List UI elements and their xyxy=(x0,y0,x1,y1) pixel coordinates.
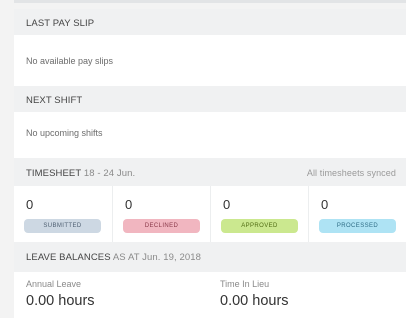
processed-count: 0 xyxy=(321,197,329,212)
processed-badge: PROCESSED xyxy=(319,219,396,233)
leave-balances-title: LEAVE BALANCES xyxy=(26,252,111,263)
submitted-count: 0 xyxy=(26,197,34,212)
timesheet-card-processed[interactable]: 0 PROCESSED xyxy=(308,186,406,242)
time-in-lieu-label: Time In Lieu xyxy=(220,279,270,289)
timesheet-header[interactable]: TIMESHEET 18 - 24 Jun. All timesheets sy… xyxy=(14,158,406,186)
next-shift-empty-text: No upcoming shifts xyxy=(26,128,103,138)
last-pay-slip-body: No available pay slips xyxy=(14,35,406,86)
timesheet-status-cards: 0 SUBMITTED 0 DECLINED 0 APPROVED 0 PROC… xyxy=(14,186,406,242)
submitted-badge: SUBMITTED xyxy=(24,219,101,233)
timesheet-card-submitted[interactable]: 0 SUBMITTED xyxy=(14,186,112,242)
last-pay-slip-empty-text: No available pay slips xyxy=(26,56,114,66)
leave-balances-as-at: AS AT Jun. 19, 2018 xyxy=(112,252,202,263)
timesheet-card-declined[interactable]: 0 DECLINED xyxy=(112,186,210,242)
declined-count: 0 xyxy=(125,197,133,212)
approved-count: 0 xyxy=(223,197,231,212)
leave-balance-annual[interactable]: Annual Leave 0.00 hours xyxy=(14,272,210,318)
annual-leave-label: Annual Leave xyxy=(26,279,82,289)
last-pay-slip-title: LAST PAY SLIP xyxy=(26,18,95,29)
timesheet-date-range: 18 - 24 Jun. xyxy=(83,168,136,179)
last-pay-slip-header: LAST PAY SLIP xyxy=(14,9,406,35)
next-shift-body: No upcoming shifts xyxy=(14,112,406,158)
declined-badge: DECLINED xyxy=(123,219,200,233)
time-in-lieu-value: 0.00 hours xyxy=(220,293,289,309)
timesheet-title: TIMESHEET xyxy=(26,168,82,179)
top-divider xyxy=(14,0,406,3)
next-shift-header: NEXT SHIFT xyxy=(14,86,406,112)
leave-balance-time-in-lieu[interactable]: Time In Lieu 0.00 hours xyxy=(210,272,406,318)
next-shift-title: NEXT SHIFT xyxy=(26,95,83,106)
timesheet-card-approved[interactable]: 0 APPROVED xyxy=(210,186,308,242)
annual-leave-value: 0.00 hours xyxy=(26,293,95,309)
approved-badge: APPROVED xyxy=(221,219,298,233)
leave-balances-header: LEAVE BALANCES AS AT Jun. 19, 2018 xyxy=(14,242,406,272)
leave-balances-body: Annual Leave 0.00 hours Time In Lieu 0.0… xyxy=(14,272,406,318)
timesheet-sync-status: All timesheets synced xyxy=(306,168,396,178)
